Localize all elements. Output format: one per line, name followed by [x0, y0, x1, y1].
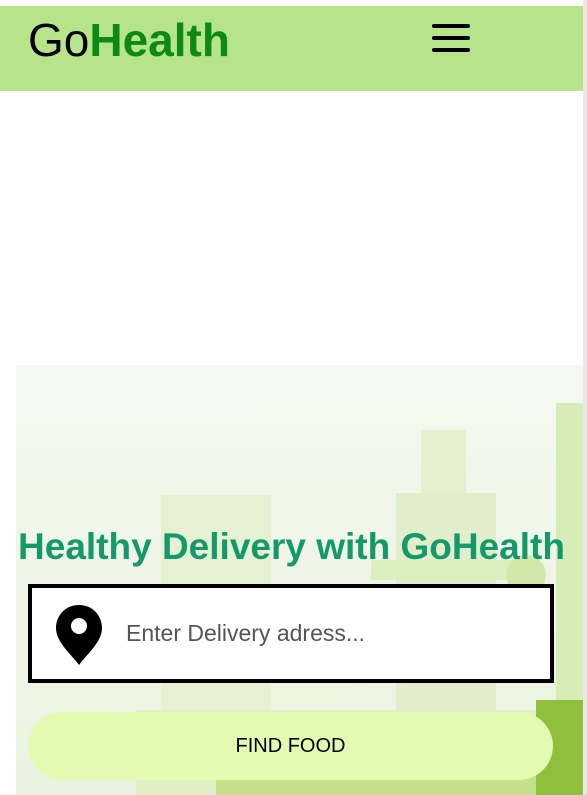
page: GoHealth Healthy Delivery with GoHealth … — [0, 0, 587, 795]
logo-go: Go — [28, 14, 90, 66]
scrollbar-track[interactable] — [583, 0, 587, 795]
site-header: GoHealth — [0, 6, 583, 91]
location-pin-icon — [56, 605, 102, 665]
hamburger-menu-icon[interactable] — [430, 20, 472, 56]
hero-headline: Healthy Delivery with GoHealth — [18, 526, 565, 567]
find-food-button[interactable]: FIND FOOD — [28, 712, 553, 780]
logo-health: Health — [89, 14, 230, 66]
delivery-address-input[interactable] — [124, 614, 528, 652]
brand-logo[interactable]: GoHealth — [28, 14, 230, 66]
delivery-address-field[interactable] — [28, 584, 554, 683]
